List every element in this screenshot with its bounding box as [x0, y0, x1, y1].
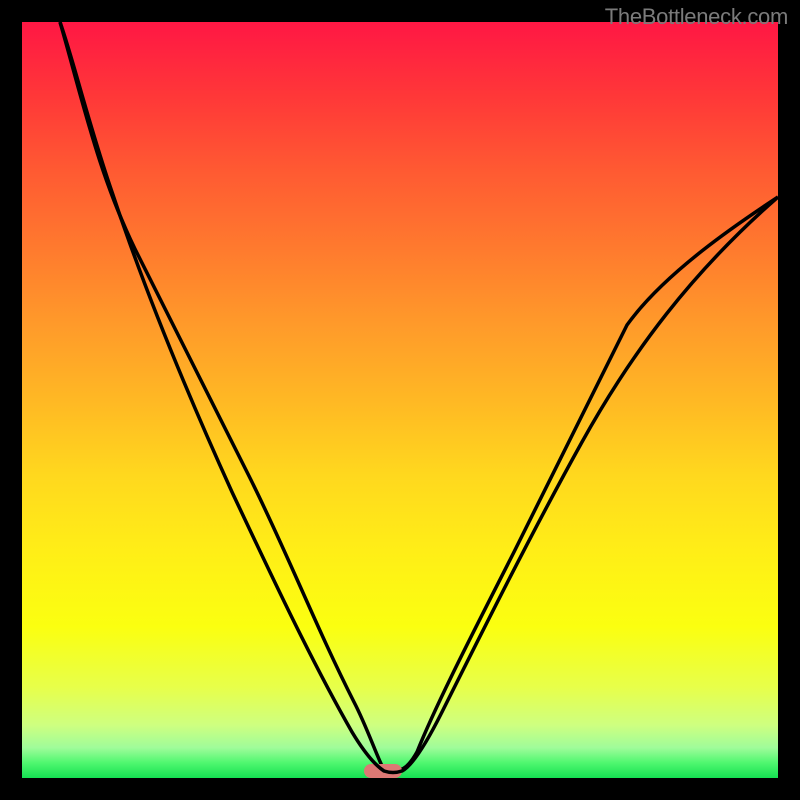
curve-path-2: [60, 22, 778, 773]
chart-container: TheBottleneck.com: [0, 0, 800, 800]
bottleneck-curve-overlay: [22, 22, 778, 778]
